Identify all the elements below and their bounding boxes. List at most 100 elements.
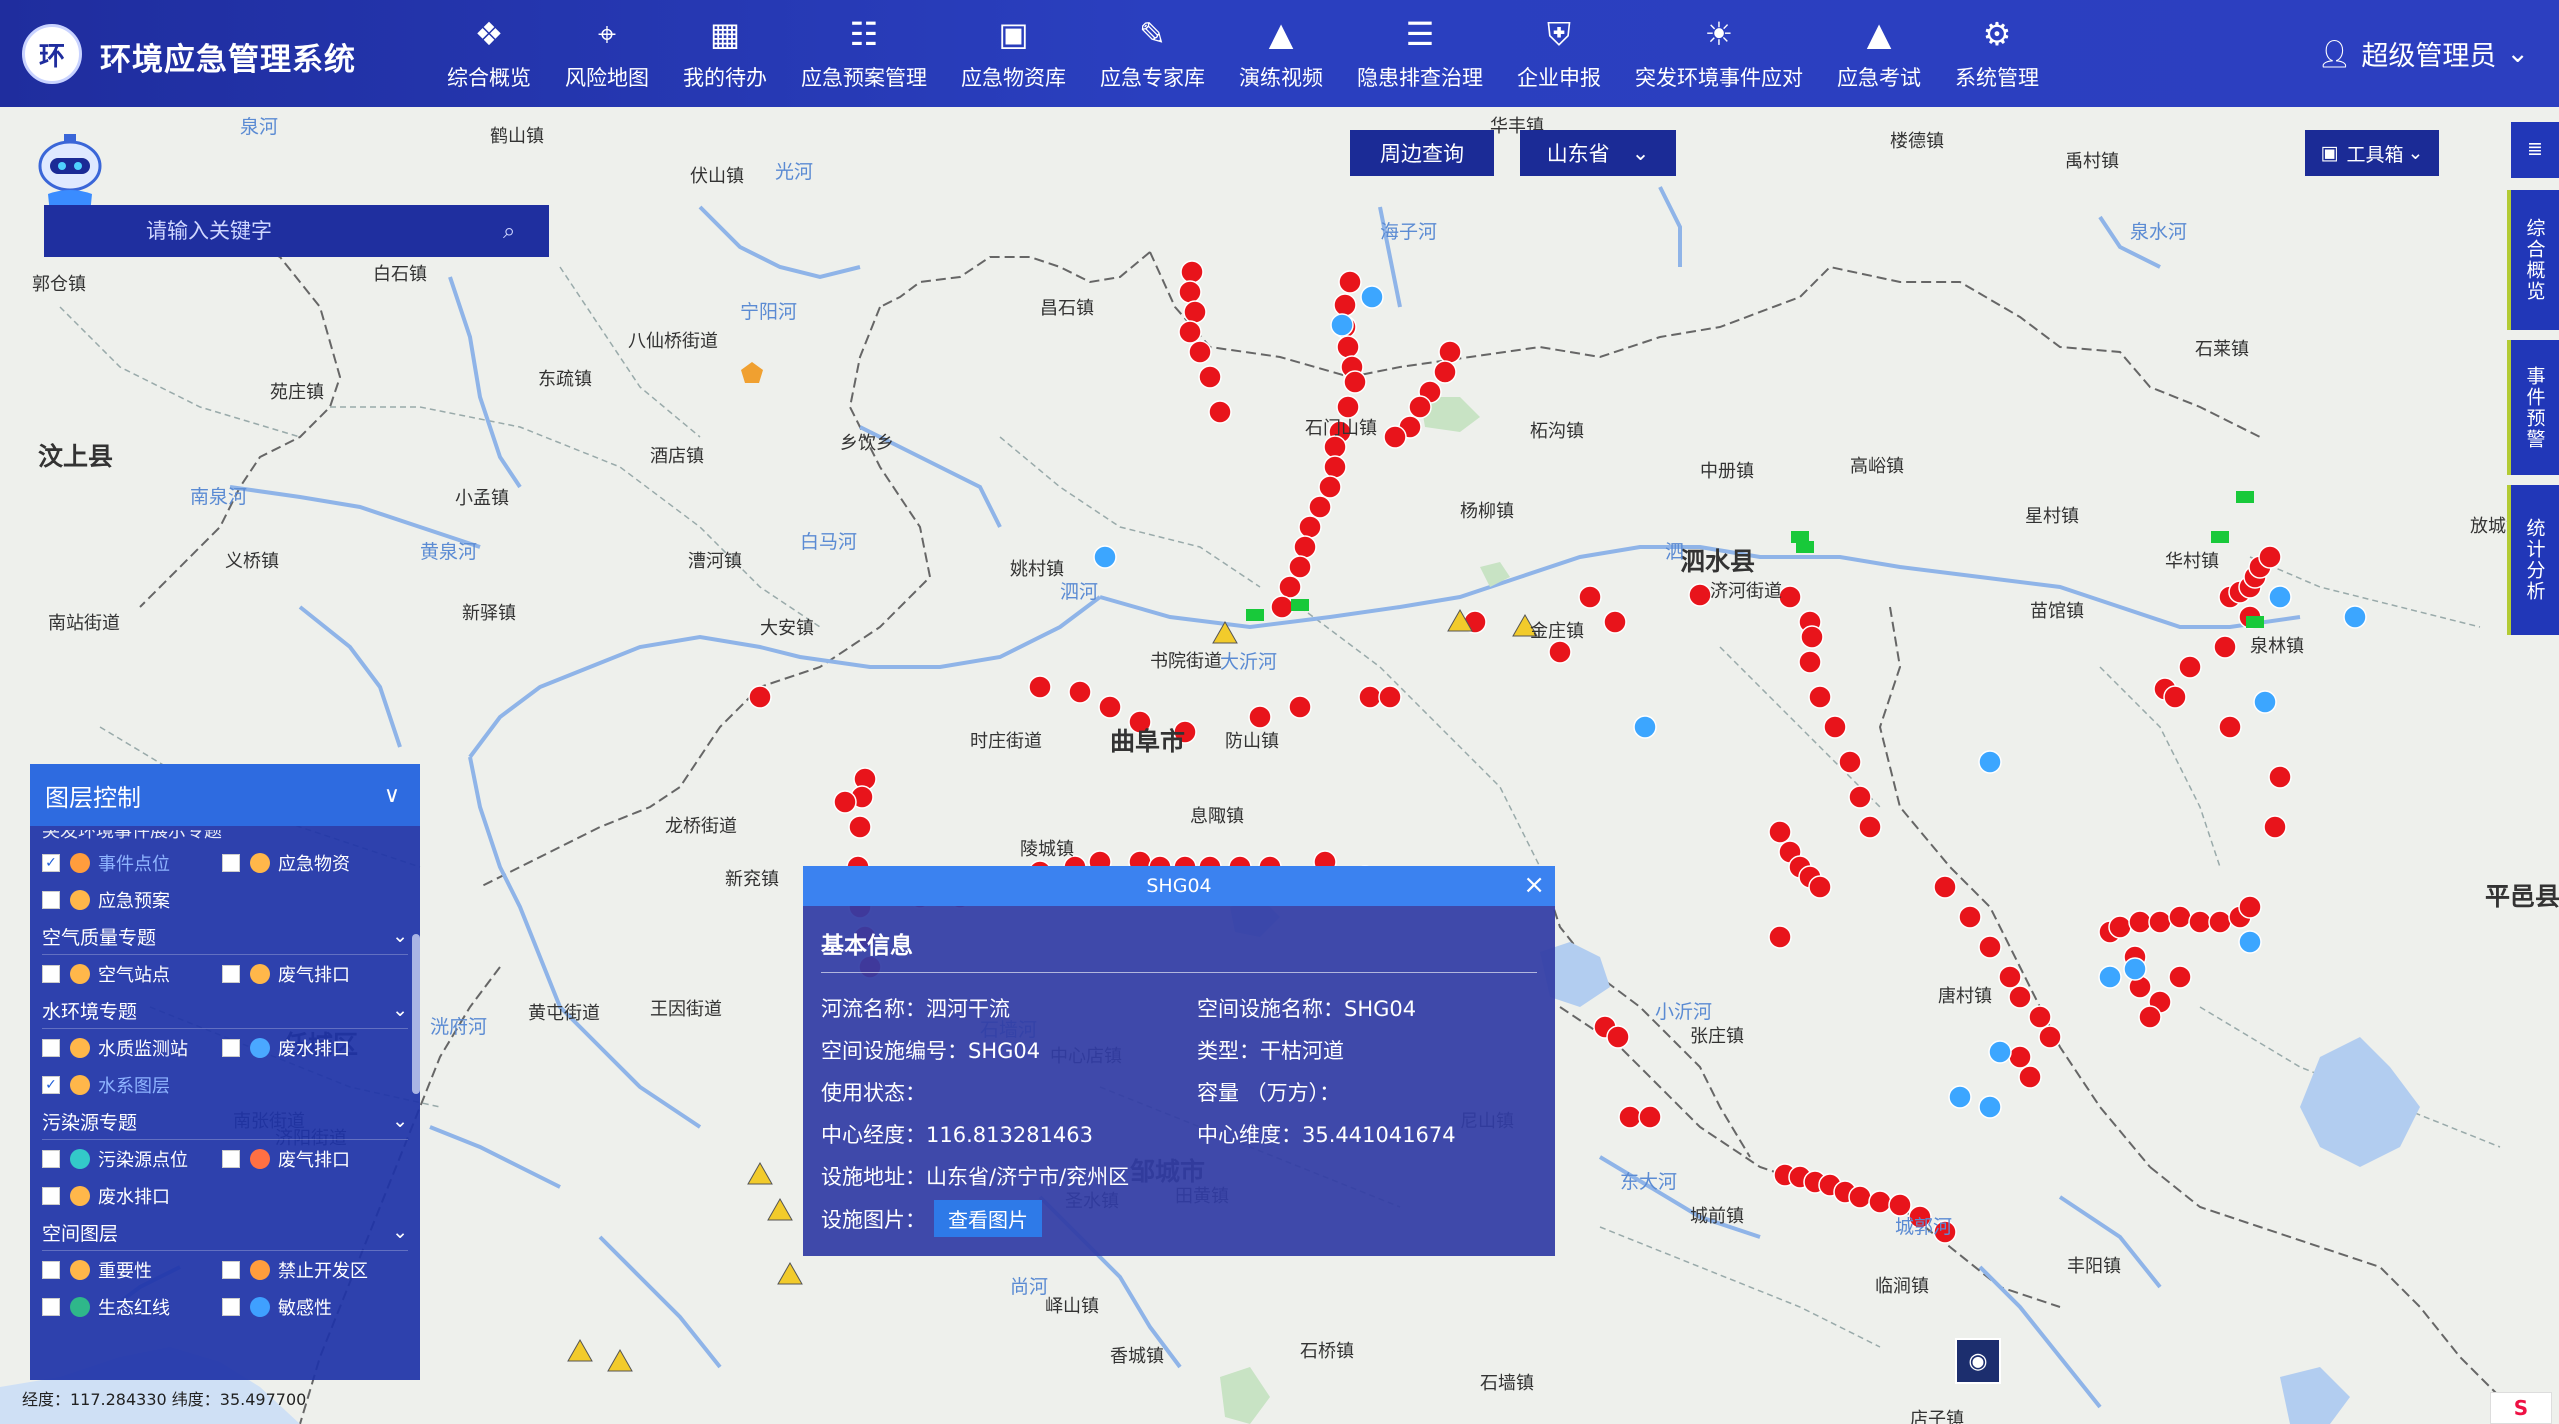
event-marker-icon[interactable]	[1408, 395, 1432, 419]
checkbox[interactable]	[42, 1038, 60, 1057]
event-marker-icon[interactable]	[1338, 270, 1362, 294]
side-tab-statistics[interactable]: 统计分析	[2507, 485, 2559, 635]
event-marker-icon[interactable]	[2218, 715, 2242, 739]
event-marker-icon[interactable]	[1848, 1185, 1872, 1209]
event-marker-icon[interactable]	[1383, 425, 1407, 449]
layer-toggle[interactable]: 重要性	[42, 1257, 222, 1283]
checkbox[interactable]	[222, 964, 240, 983]
event-marker-icon[interactable]	[1288, 695, 1312, 719]
event-marker-icon[interactable]	[2268, 585, 2292, 609]
checkbox[interactable]	[222, 1149, 240, 1168]
checkbox[interactable]	[42, 964, 60, 983]
globe-icon[interactable]: ◉	[1955, 1338, 2001, 1384]
event-marker-icon[interactable]	[2168, 965, 2192, 989]
event-marker-icon[interactable]	[2148, 910, 2172, 934]
event-marker-icon[interactable]	[1336, 335, 1360, 359]
event-marker-icon[interactable]	[1858, 815, 1882, 839]
event-marker-icon[interactable]	[2238, 930, 2262, 954]
toolbox-button[interactable]: ▣ 工具箱 ⌄	[2305, 130, 2439, 176]
nav-item-10[interactable]: ▲ 应急考试	[1820, 0, 1938, 107]
nav-item-6[interactable]: ▲ 演练视频	[1222, 0, 1340, 107]
event-marker-icon[interactable]	[1438, 340, 1462, 364]
event-marker-icon[interactable]	[848, 815, 872, 839]
layer-section-header[interactable]: 空气质量专题 ⌄	[42, 918, 408, 955]
layer-panel-header[interactable]: 图层控制 ∨	[30, 764, 420, 826]
event-marker-icon[interactable]	[1288, 555, 1312, 579]
event-marker-icon[interactable]	[1028, 675, 1052, 699]
user-menu[interactable]: 👤︎ 超级管理员 ⌄	[2317, 34, 2529, 73]
checkbox[interactable]: ✓	[42, 853, 60, 872]
layer-toggle[interactable]: 废气排口	[222, 961, 402, 987]
checkbox[interactable]	[222, 1297, 240, 1316]
event-marker-icon[interactable]	[1768, 925, 1792, 949]
event-marker-icon[interactable]	[2268, 765, 2292, 789]
layer-toggle[interactable]: 废水排口	[222, 1035, 402, 1061]
event-marker-icon[interactable]	[1808, 685, 1832, 709]
event-marker-icon[interactable]	[2163, 685, 2187, 709]
event-marker-icon[interactable]	[1838, 750, 1862, 774]
layer-toggle[interactable]: ✓ 事件点位	[42, 850, 222, 876]
event-marker-icon[interactable]	[1606, 1025, 1630, 1049]
event-marker-icon[interactable]	[1978, 750, 2002, 774]
event-marker-icon[interactable]	[1948, 1085, 1972, 1109]
event-marker-icon[interactable]	[1318, 475, 1342, 499]
facility-marker-icon[interactable]	[1246, 609, 1264, 621]
event-marker-icon[interactable]	[1183, 300, 1207, 324]
layer-toggle[interactable]: 废气排口	[222, 1146, 402, 1172]
event-marker-icon[interactable]	[2188, 910, 2212, 934]
checkbox[interactable]	[222, 853, 240, 872]
event-marker-icon[interactable]	[1298, 515, 1322, 539]
event-marker-icon[interactable]	[1958, 905, 1982, 929]
checkbox[interactable]	[222, 1260, 240, 1279]
event-marker-icon[interactable]	[1988, 1040, 2012, 1064]
checkbox[interactable]	[42, 1186, 60, 1205]
event-marker-icon[interactable]	[1798, 650, 1822, 674]
event-marker-icon[interactable]	[1768, 820, 1792, 844]
warning-marker-icon[interactable]	[747, 1161, 773, 1185]
event-marker-icon[interactable]	[2128, 910, 2152, 934]
nav-item-1[interactable]: ⌖ 风险地图	[548, 0, 666, 107]
event-marker-icon[interactable]	[1433, 360, 1457, 384]
facility-marker-icon[interactable]	[1291, 599, 1309, 611]
event-marker-icon[interactable]	[1578, 585, 1602, 609]
event-marker-icon[interactable]	[1293, 535, 1317, 559]
nav-item-2[interactable]: ▦ 我的待办	[666, 0, 784, 107]
side-tab-warning[interactable]: 事件预警	[2507, 340, 2559, 475]
event-marker-icon[interactable]	[2208, 910, 2232, 934]
event-marker-icon[interactable]	[1330, 313, 1354, 337]
event-marker-icon[interactable]	[2263, 815, 2287, 839]
nav-item-0[interactable]: ❖ 综合概览	[430, 0, 548, 107]
layer-toggle[interactable]: 应急预案	[42, 887, 222, 913]
side-tab-overview[interactable]: 综合概览	[2507, 190, 2559, 330]
layer-panel-scrollbar[interactable]	[412, 934, 420, 1094]
layer-section-header[interactable]: 水环境专题 ⌄	[42, 992, 408, 1029]
event-marker-icon[interactable]	[1278, 575, 1302, 599]
nearby-query-button[interactable]: 周边查询	[1350, 130, 1494, 176]
province-select[interactable]: 山东省 ⌄	[1520, 130, 1676, 176]
event-marker-icon[interactable]	[1093, 545, 1117, 569]
event-marker-icon[interactable]	[1688, 583, 1712, 607]
event-marker-icon[interactable]	[2028, 1005, 2052, 1029]
layer-toggle[interactable]: 禁止开发区	[222, 1257, 402, 1283]
facility-marker-icon[interactable]	[2211, 531, 2229, 543]
event-marker-icon[interactable]	[1360, 285, 1384, 309]
event-marker-icon[interactable]	[1323, 455, 1347, 479]
event-marker-icon[interactable]	[1800, 625, 1824, 649]
event-marker-icon[interactable]	[2178, 655, 2202, 679]
event-marker-icon[interactable]	[1248, 705, 1272, 729]
layer-toggle[interactable]: 废水排口	[42, 1183, 222, 1209]
event-marker-icon[interactable]	[1180, 260, 1204, 284]
event-marker-icon[interactable]	[2008, 985, 2032, 1009]
event-marker-icon[interactable]	[2138, 1005, 2162, 1029]
event-marker-icon[interactable]	[2168, 905, 2192, 929]
checkbox[interactable]	[42, 1149, 60, 1168]
layer-section-header[interactable]: 污染源专题 ⌄	[42, 1103, 408, 1140]
event-marker-icon[interactable]	[1208, 400, 1232, 424]
event-marker-icon[interactable]	[1978, 1095, 2002, 1119]
event-marker-icon[interactable]	[1178, 320, 1202, 344]
nav-item-4[interactable]: ▣ 应急物资库	[944, 0, 1083, 107]
event-marker-icon[interactable]	[1068, 680, 1092, 704]
search-input[interactable]	[144, 218, 488, 244]
warning-marker-icon[interactable]	[767, 1197, 793, 1221]
event-marker-icon[interactable]	[1823, 715, 1847, 739]
